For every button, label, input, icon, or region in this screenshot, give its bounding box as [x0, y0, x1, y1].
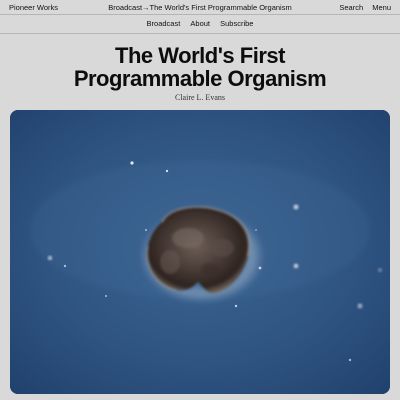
subnav-item-broadcast[interactable]: Broadcast — [147, 19, 181, 28]
breadcrumb-current: The World's First Programmable Organism — [149, 3, 292, 12]
article-title: The World's First Programmable Organism — [0, 44, 400, 90]
article-title-line-2: Programmable Organism — [73, 66, 327, 91]
subnav-item-about[interactable]: About — [190, 19, 210, 28]
menu-link[interactable]: Menu — [372, 3, 391, 12]
subnav-item-subscribe[interactable]: Subscribe — [220, 19, 253, 28]
breadcrumb-arrow: → — [142, 3, 150, 12]
section-nav: Broadcast About Subscribe — [0, 14, 400, 34]
article-author: Claire L. Evans — [175, 93, 225, 102]
article-title-line-1: The World's First — [115, 43, 285, 68]
organism-micrograph — [10, 110, 390, 394]
breadcrumb-section-link[interactable]: Broadcast — [108, 3, 142, 12]
search-link[interactable]: Search — [339, 3, 363, 12]
hero-image — [10, 110, 390, 394]
